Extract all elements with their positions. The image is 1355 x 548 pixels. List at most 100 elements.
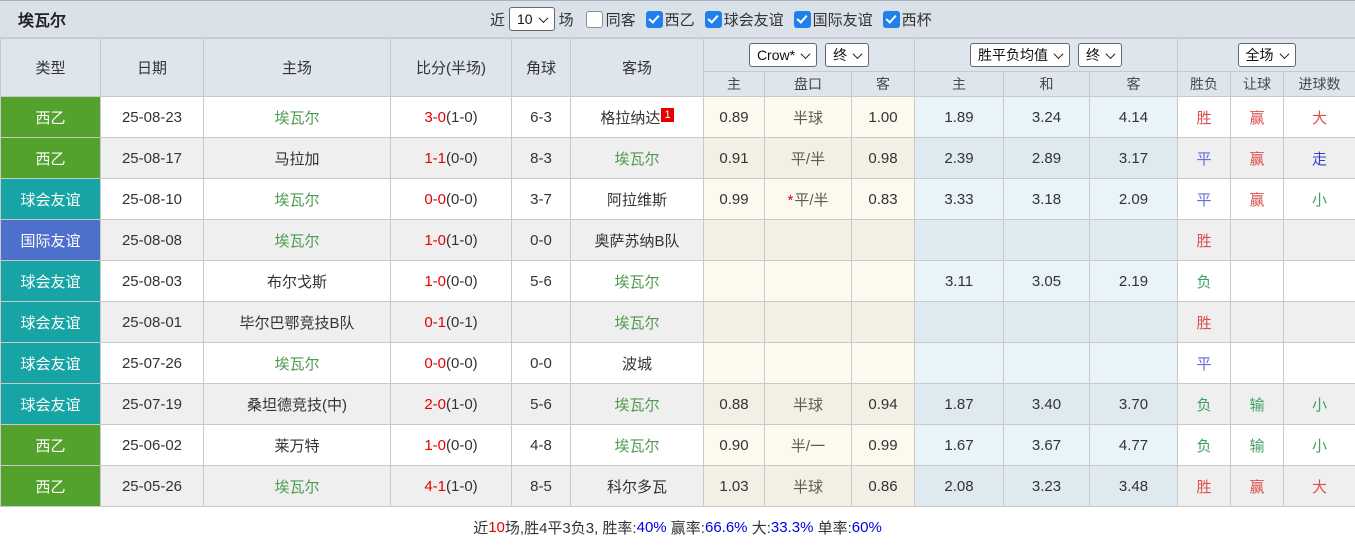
checkbox-icon [704,10,722,28]
cell-handicap-result: 输 [1230,424,1284,466]
subcol-handicap: 盘口 [764,71,852,97]
cell-match-type: 西乙 [0,424,101,466]
full-time-score: 0-0 [424,190,446,208]
cell-home-team: 埃瓦尔 [203,96,391,138]
full-time-score: 2-0 [424,395,446,413]
home-team-name: 桑坦德竞技(中) [247,396,347,414]
topbar: 埃瓦尔 近 10 场 同客 西乙 球会友谊 国际友谊 西杯 [0,0,1355,38]
cell-odds-home [703,260,765,302]
cell-odds-away [851,301,915,343]
odds-time-select[interactable]: 终 [825,43,870,67]
cell-score: 1-0(0-0) [390,260,512,302]
summary-segment: 赢率: [666,519,705,537]
full-time-score: 0-0 [424,354,446,372]
cell-odds-away [851,260,915,302]
avg-type-select[interactable]: 胜平负均值 [970,43,1070,67]
scope-value: 全场 [1245,47,1274,63]
cell-away-team: 埃瓦尔 [570,424,704,466]
cell-handicap [764,301,852,343]
table-row: 球会友谊 25-07-19 桑坦德竞技(中) 2-0(1-0) 5-6 埃瓦尔 … [0,383,1355,425]
cell-odds-away: 0.86 [851,465,915,507]
cell-avg-home [914,342,1004,384]
cell-corners: 3-7 [511,178,571,220]
matches-label: 场 [558,11,574,29]
table-row: 国际友谊 25-08-08 埃瓦尔 1-0(1-0) 0-0 奥萨苏纳B队 胜 [0,219,1355,261]
away-team-name: 埃瓦尔 [614,437,660,455]
cell-avg-away [1089,342,1178,384]
cell-avg-home: 1.87 [914,383,1004,425]
cell-avg-away: 4.14 [1089,96,1178,138]
cell-match-type: 球会友谊 [0,178,101,220]
cell-result: 平 [1177,137,1231,179]
cell-avg-draw [1003,219,1090,261]
cell-odds-away [851,219,915,261]
odds-company-select[interactable]: Crow* [748,43,818,67]
cell-avg-home: 3.11 [914,260,1004,302]
full-time-score: 4-1 [424,477,446,495]
cell-odds-away: 1.00 [851,96,915,138]
cell-corners: 8-5 [511,465,571,507]
cell-home-team: 桑坦德竞技(中) [203,383,391,425]
league-filter-label: 球会友谊 [723,11,784,29]
cell-home-team: 埃瓦尔 [203,178,391,220]
away-team-name: 埃瓦尔 [614,314,660,332]
summary-segment: 10 [488,518,505,536]
home-team-name: 埃瓦尔 [274,191,320,209]
cell-date: 25-08-17 [100,137,204,179]
home-team-name: 埃瓦尔 [274,109,320,127]
same-away-checkbox[interactable]: 同客 [585,9,636,30]
subcol-avg-home: 主 [914,71,1004,97]
summary-segment: 40% [636,518,667,536]
league-filter-label: 西杯 [901,11,932,29]
league-filter-3[interactable]: 西杯 [882,9,932,30]
full-time-score: 0-1 [424,313,446,331]
cell-handicap: 半球 [764,96,852,138]
cell-corners: 5-6 [511,383,571,425]
cell-match-type: 球会友谊 [0,260,101,302]
chevron-down-icon [852,48,863,59]
cell-goals-result: 大 [1282,96,1355,138]
table-header-row-1: 类型 日期 主场 比分(半场) 角球 客场 Crow* 终 胜平负均值 终 全场 [0,38,1355,97]
cell-goals-result: 走 [1282,137,1355,179]
cell-away-team: 奥萨苏纳B队 [570,219,704,261]
cell-avg-away: 4.77 [1089,424,1178,466]
cell-away-team: 格拉纳达 1 [570,96,704,138]
cell-avg-draw: 3.05 [1003,260,1090,302]
scope-select-group: 全场 [1176,38,1355,72]
cell-avg-draw: 2.89 [1003,137,1090,179]
cell-handicap-result [1230,219,1284,261]
match-table-body: 西乙 25-08-23 埃瓦尔 3-0(1-0) 6-3 格拉纳达 1 0.89 … [0,96,1355,507]
cell-score: 1-1(0-0) [390,137,512,179]
cell-handicap-result: 赢 [1230,137,1284,179]
league-filter-0[interactable]: 西乙 [645,9,695,30]
same-away-label: 同客 [605,11,636,29]
recent-label: 近 [490,11,506,29]
half-time-score: (0-0) [446,354,478,372]
subcol-handicap-result: 让球 [1230,71,1284,97]
cell-handicap [764,219,852,261]
home-team-name: 埃瓦尔 [274,478,320,496]
cell-handicap-result [1230,342,1284,384]
checkbox-icon [882,10,900,28]
cell-odds-home: 0.89 [703,96,765,138]
cell-away-team: 埃瓦尔 [570,137,704,179]
league-filter-1[interactable]: 球会友谊 [704,9,784,30]
scope-select[interactable]: 全场 [1237,43,1296,67]
avg-time-select[interactable]: 终 [1078,43,1122,67]
away-team-name: 埃瓦尔 [614,396,660,414]
cell-goals-result [1282,342,1355,384]
cell-date: 25-07-19 [100,383,204,425]
cell-home-team: 布尔戈斯 [203,260,391,302]
league-filter-2[interactable]: 国际友谊 [793,9,873,30]
full-time-score: 1-1 [424,149,446,167]
odds-company-value: Crow* [756,47,796,63]
cell-handicap-result [1230,301,1284,343]
cell-handicap: 半球 [764,465,852,507]
cell-odds-home [703,301,765,343]
chevron-down-icon [1053,48,1064,59]
recent-count-select[interactable]: 10 [509,7,555,31]
half-time-score: (0-0) [446,190,478,208]
cell-result: 负 [1177,424,1231,466]
half-time-score: (1-0) [446,395,478,413]
table-row: 球会友谊 25-08-10 埃瓦尔 0-0(0-0) 3-7 阿拉维斯 0.99… [0,178,1355,220]
